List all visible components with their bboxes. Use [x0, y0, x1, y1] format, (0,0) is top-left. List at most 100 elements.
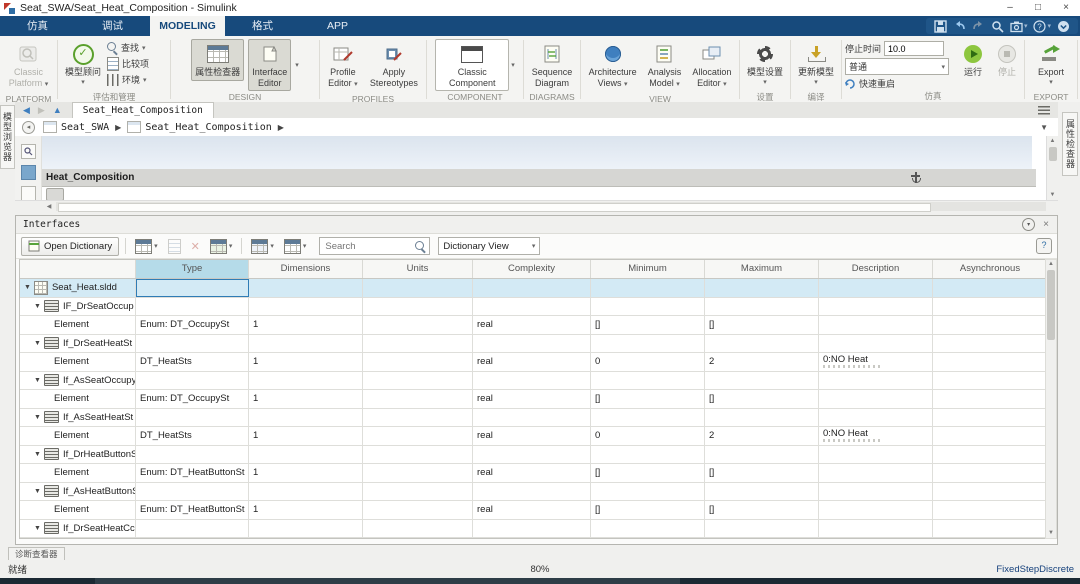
open-dictionary-button[interactable]: Open Dictionary — [21, 237, 119, 256]
cell-tree[interactable]: ▼If_DrSeatHeatCc — [20, 520, 136, 538]
stop-button[interactable]: 停止 — [991, 39, 1023, 81]
cell-minimum[interactable]: [] — [591, 316, 705, 334]
cell-type[interactable] — [136, 298, 249, 316]
screenshot-icon[interactable]: ▾ — [1010, 20, 1028, 33]
cell-minimum[interactable] — [591, 279, 705, 297]
cell-dimensions[interactable] — [249, 446, 363, 464]
cell-units[interactable] — [363, 520, 473, 538]
expand-collapse-icon[interactable]: ▼ — [24, 284, 31, 291]
component-gallery-chevron-icon[interactable]: ▾ — [511, 61, 515, 69]
cell-tree[interactable]: Element — [20, 390, 136, 408]
cell-maximum[interactable]: 2 — [705, 353, 819, 371]
column-header-Complexity[interactable]: Complexity — [473, 260, 591, 278]
cell-complexity[interactable] — [473, 335, 591, 353]
cell-units[interactable] — [363, 538, 473, 539]
chevron-down-icon[interactable]: ▼ — [1040, 123, 1048, 132]
breadcrumb-item-current[interactable]: Seat_Heat_Composition — [127, 121, 271, 133]
tab-list-icon[interactable] — [1038, 106, 1050, 115]
cell-units[interactable] — [363, 353, 473, 371]
cell-dimensions[interactable] — [249, 372, 363, 390]
scroll-thumb[interactable] — [58, 203, 931, 212]
document-tab[interactable]: Seat_Heat_Composition — [72, 102, 214, 118]
undo-icon[interactable] — [953, 20, 966, 33]
scroll-thumb[interactable] — [1047, 270, 1055, 340]
view-mode-select[interactable]: Dictionary View▾ — [438, 237, 540, 255]
cell-asynchronous[interactable] — [933, 538, 1048, 539]
column-header-Maximum[interactable]: Maximum — [705, 260, 819, 278]
cell-complexity[interactable] — [473, 446, 591, 464]
cell-tree[interactable]: Element — [20, 353, 136, 371]
cell-asynchronous[interactable] — [933, 298, 1048, 316]
cell-type[interactable] — [136, 335, 249, 353]
scroll-up-icon[interactable]: ▲ — [1046, 260, 1056, 269]
cell-dimensions[interactable]: 1 — [249, 353, 363, 371]
cell-type[interactable]: Enum: DT_HeatButtonSt — [136, 501, 249, 519]
table-row-Element[interactable]: ElementEnum: DT_HeatButtonSt1real[][] — [20, 501, 1050, 520]
cell-description[interactable] — [819, 538, 933, 539]
scroll-thumb[interactable] — [1049, 147, 1057, 161]
table-row-Element[interactable]: ElementEnum: DT_REQ1real[][] — [20, 538, 1050, 539]
ribbon-tab-1[interactable]: 调试 — [75, 16, 150, 36]
delete-interface-button[interactable]: ✕ — [188, 238, 203, 255]
ribbon-tab-4[interactable]: APP — [300, 16, 375, 36]
cell-dimensions[interactable]: 1 — [249, 501, 363, 519]
cell-complexity[interactable]: real — [473, 316, 591, 334]
cell-minimum[interactable] — [591, 520, 705, 538]
table-row-Seat_Heat.sldd[interactable]: ▼Seat_Heat.sldd — [20, 279, 1050, 298]
cell-description[interactable]: 0:NO Heat — [819, 427, 933, 445]
cell-complexity[interactable] — [473, 409, 591, 427]
cell-description[interactable] — [819, 501, 933, 519]
cell-type[interactable]: Enum: DT_OccupySt — [136, 316, 249, 334]
search-icon[interactable] — [991, 20, 1004, 33]
run-button[interactable]: 运行 — [957, 39, 989, 81]
cell-description[interactable]: 0:NO Heat — [819, 353, 933, 371]
table-row-If_AsSeatHeatSt[interactable]: ▼If_AsSeatHeatSt — [20, 409, 1050, 428]
cell-type[interactable] — [136, 409, 249, 427]
column-header-Units[interactable]: Units — [363, 260, 473, 278]
cell-complexity[interactable] — [473, 279, 591, 297]
cell-maximum[interactable]: [] — [705, 538, 819, 539]
cell-asynchronous[interactable] — [933, 353, 1048, 371]
cell-description[interactable] — [819, 279, 933, 297]
panel-help-icon[interactable]: ? — [1036, 238, 1052, 254]
classic-component-button[interactable]: Classic Component — [435, 39, 509, 91]
cell-tree[interactable]: Element — [20, 501, 136, 519]
model-browser-tab[interactable]: 模型浏览器 — [0, 105, 15, 169]
cell-units[interactable] — [363, 446, 473, 464]
anchor-icon[interactable] — [910, 172, 921, 183]
export-button[interactable]: Export ▾ — [1034, 39, 1068, 91]
cell-tree[interactable]: ▼IF_DrSeatOccup — [20, 298, 136, 316]
column-header-Dimensions[interactable]: Dimensions — [249, 260, 363, 278]
forward-icon[interactable]: ▶ — [38, 105, 45, 116]
cell-type[interactable] — [136, 279, 249, 297]
expand-collapse-icon[interactable]: ▼ — [34, 525, 41, 532]
column-header-Minimum[interactable]: Minimum — [591, 260, 705, 278]
import-interface-button[interactable]: ▾ — [207, 237, 236, 256]
cell-units[interactable] — [363, 390, 473, 408]
update-model-button[interactable]: 更新模型 ▾ — [794, 39, 838, 91]
cell-type[interactable]: Enum: DT_REQ — [136, 538, 249, 539]
analysis-model-button[interactable]: Analysis Model ▾ — [644, 39, 686, 93]
sequence-diagram-button[interactable]: Sequence Diagram — [528, 39, 577, 91]
copy-interface-button[interactable] — [165, 237, 184, 256]
cell-minimum[interactable] — [591, 446, 705, 464]
save-icon[interactable] — [934, 20, 947, 33]
cell-units[interactable] — [363, 501, 473, 519]
cell-maximum[interactable]: 2 — [705, 427, 819, 445]
cell-units[interactable] — [363, 483, 473, 501]
group-view-button[interactable]: ▾ — [248, 237, 277, 256]
scroll-up-icon[interactable]: ▲ — [1047, 136, 1058, 146]
cell-minimum[interactable]: [] — [591, 464, 705, 482]
profile-editor-button[interactable]: Profile Editor ▾ — [324, 39, 362, 93]
cell-complexity[interactable]: real — [473, 390, 591, 408]
cell-description[interactable] — [819, 483, 933, 501]
cell-description[interactable] — [819, 372, 933, 390]
cell-minimum[interactable]: [] — [591, 390, 705, 408]
expand-collapse-icon[interactable]: ▼ — [34, 488, 41, 495]
cell-complexity[interactable]: real — [473, 427, 591, 445]
cell-complexity[interactable] — [473, 520, 591, 538]
cell-description[interactable] — [819, 520, 933, 538]
compare-button[interactable]: 比较项 — [107, 56, 149, 71]
cell-units[interactable] — [363, 427, 473, 445]
canvas-horizontal-scrollbar[interactable]: ◀ — [15, 200, 1058, 212]
